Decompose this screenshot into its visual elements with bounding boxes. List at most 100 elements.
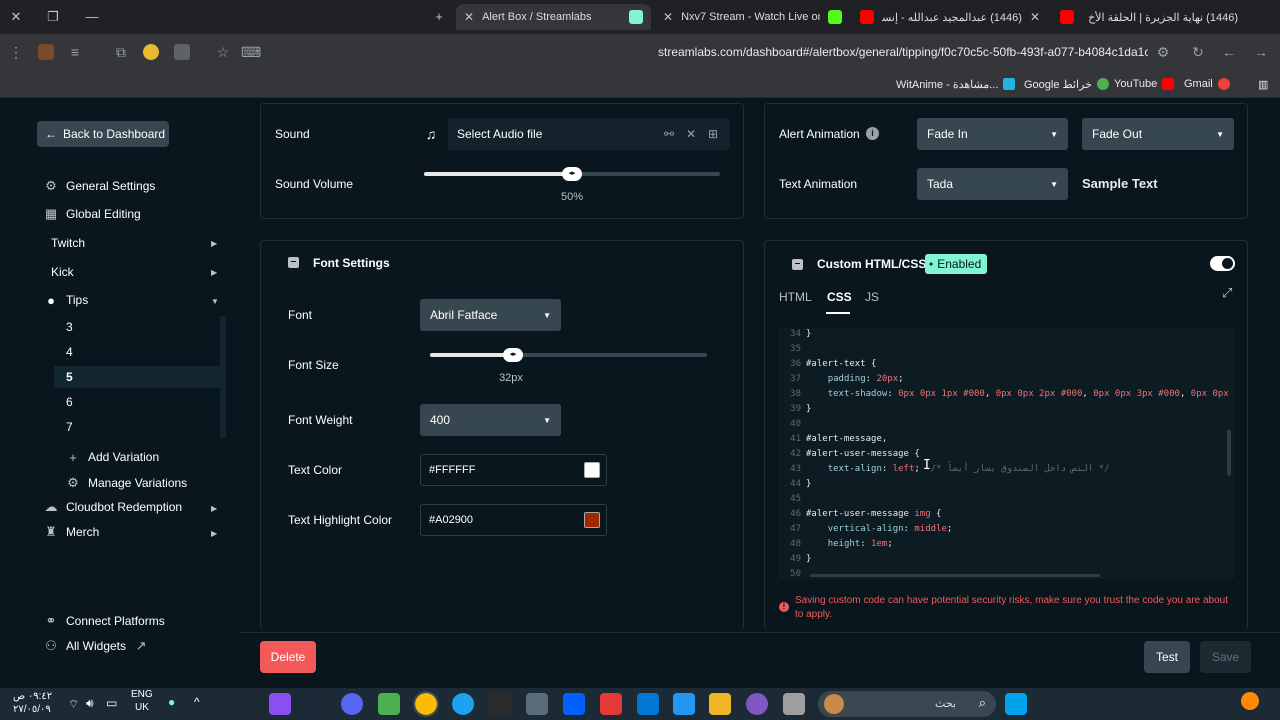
sidebar-item-connect-platforms[interactable]: ⚭ Connect Platforms <box>44 612 165 630</box>
dropbox-icon[interactable] <box>563 693 585 715</box>
editor-horizontal-scrollbar[interactable] <box>810 574 1100 577</box>
code-line[interactable]: 38 text-shadow: 0px 0px 1px #000, 0px 0p… <box>779 387 1229 402</box>
code-line[interactable]: 36 #alert-text { <box>779 357 876 372</box>
editor-vertical-scrollbar[interactable] <box>1227 430 1231 476</box>
restore-window-icon[interactable]: ❐ <box>44 8 62 26</box>
caret-down-icon[interactable]: ▼ <box>211 297 219 306</box>
code-line[interactable]: 37 padding: 20px; <box>779 372 903 387</box>
expand-icon[interactable]: ⤢ <box>1222 285 1232 301</box>
bookmark-witanime[interactable]: WitAnime - مشاهدة... <box>896 76 1016 92</box>
discord-icon[interactable] <box>341 693 363 715</box>
sidebar-item-merch[interactable]: ♜ Merch <box>44 523 99 541</box>
code-line[interactable]: 40 <box>779 417 806 432</box>
store-icon[interactable] <box>673 693 695 715</box>
variation-item[interactable]: 4 <box>66 345 73 359</box>
save-button[interactable]: Save <box>1200 641 1251 673</box>
taskbar-search[interactable]: بحث ⌕ <box>818 691 996 717</box>
custom-code-toggle[interactable] <box>1210 256 1235 271</box>
highlight-color-input[interactable]: #A02900 <box>420 504 607 536</box>
language-bottom[interactable]: UK <box>135 702 149 713</box>
collapse-icon[interactable]: – <box>792 259 803 270</box>
bookmark-star-icon[interactable]: ☆ <box>214 44 232 61</box>
alert-out-select[interactable]: Fade Out ▼ <box>1082 118 1234 150</box>
code-line[interactable]: 35 <box>779 342 806 357</box>
variation-item[interactable]: 3 <box>66 320 73 334</box>
language-top[interactable]: ENG <box>131 689 153 700</box>
tab-youtube-2[interactable]: (1446) نهاية الجزيرة | الحلقة الأخ <box>1052 4 1246 30</box>
tab-kick-stream[interactable]: ✕ Nxv7 Stream - Watch Live on Ki <box>655 4 850 30</box>
code-line[interactable]: 46 #alert-user-message img { <box>779 507 941 522</box>
font-size-slider-handle[interactable]: ◂▸ <box>503 348 523 362</box>
tab-streamlabs[interactable]: ✕ Alert Box / Streamlabs <box>456 4 651 30</box>
url-field[interactable]: streamlabs.com/dashboard#/alertbox/gener… <box>658 45 1148 61</box>
shield-icon[interactable] <box>174 44 190 60</box>
tab-css[interactable]: CSS <box>827 290 852 304</box>
notification-icon[interactable] <box>1241 692 1259 710</box>
sidebar-item-kick[interactable]: Kick <box>51 263 74 281</box>
text-color-swatch[interactable] <box>584 462 600 478</box>
code-line[interactable]: 47 vertical-align: middle; <box>779 522 952 537</box>
close-icon[interactable]: ✕ <box>663 10 673 24</box>
variation-item-active[interactable]: 5 <box>66 370 73 384</box>
reload-icon[interactable]: ↻ <box>1189 44 1207 61</box>
sidebar-item-tips[interactable]: ● Tips <box>44 291 88 309</box>
audio-file-picker[interactable]: ♫ Select Audio file ⚯ ✕ ⊞ <box>414 118 730 150</box>
highlight-color-swatch[interactable] <box>584 512 600 528</box>
caret-right-icon[interactable]: ▶ <box>211 504 217 513</box>
variation-item[interactable]: 7 <box>66 420 73 434</box>
variation-item[interactable]: 6 <box>66 395 73 409</box>
steam-icon[interactable] <box>305 693 327 715</box>
app-icon-red[interactable] <box>600 693 622 715</box>
code-line[interactable]: 50 <box>779 567 806 579</box>
app-icon-1[interactable] <box>269 693 291 715</box>
close-icon[interactable]: ✕ <box>464 10 474 24</box>
add-variation-button[interactable]: + Add Variation <box>66 448 159 466</box>
code-line[interactable]: 45 <box>779 492 806 507</box>
wifi-icon[interactable]: ⌔ <box>68 697 79 712</box>
new-tab-icon[interactable]: + <box>430 8 448 26</box>
code-line[interactable]: 48 height: 1em; <box>779 537 893 552</box>
manage-variations-button[interactable]: ⚙ Manage Variations <box>66 474 187 492</box>
extension-badge-icon[interactable] <box>143 44 159 60</box>
close-icon[interactable]: ✕ <box>686 127 696 141</box>
task-view-icon[interactable] <box>783 693 805 715</box>
outlook-icon[interactable] <box>637 693 659 715</box>
info-icon[interactable]: i <box>866 127 879 140</box>
extensions-puzzle-icon[interactable]: ⧉ <box>112 44 130 61</box>
caret-right-icon[interactable]: ▶ <box>211 529 217 538</box>
code-line[interactable]: 49} <box>779 552 811 567</box>
code-line[interactable]: 34} <box>779 327 811 342</box>
volume-icon[interactable]: 🔊︎ <box>86 696 94 711</box>
sidebar-item-all-widgets[interactable]: ⚇ All Widgets ↗ <box>44 637 148 655</box>
text-color-input[interactable]: #FFFFFF <box>420 454 607 486</box>
site-settings-icon[interactable]: ⚙ <box>1154 44 1172 61</box>
collapse-icon[interactable]: – <box>288 257 299 268</box>
font-select[interactable]: Abril Fatface ▼ <box>420 299 561 331</box>
tab-youtube-1[interactable]: ✕ (1446) عبدالمجيد عبدالله - إنسان <box>852 4 1048 30</box>
css-code-editor[interactable]: 34} 35 36 #alert-text {37 padding: 20px; 38 … <box>779 327 1235 579</box>
code-line[interactable]: 41 #alert-message, <box>779 432 887 447</box>
extension-icon[interactable] <box>38 44 54 60</box>
epic-games-icon[interactable] <box>489 693 511 715</box>
close-window-icon[interactable]: ✕ <box>7 8 25 26</box>
close-icon[interactable]: ✕ <box>1030 10 1040 24</box>
bookmarks-folder-icon[interactable]: ▥ <box>1258 76 1268 92</box>
sidebar-item-cloudbot[interactable]: ☁ Cloudbot Redemption <box>44 498 183 516</box>
text-animation-select[interactable]: Tada ▼ <box>917 168 1068 200</box>
caret-right-icon[interactable]: ▶ <box>211 239 217 248</box>
code-line[interactable]: 43 text-align: left; /* النص داخل الصندو… <box>779 462 1109 477</box>
code-line[interactable]: 42 #alert-user-message { <box>779 447 920 462</box>
bookmark-youtube[interactable]: YouTube <box>1114 76 1175 92</box>
volume-slider-handle[interactable]: ◂▸ <box>562 167 582 181</box>
media-controls-icon[interactable]: ≡ <box>66 44 84 60</box>
menu-kebab-icon[interactable]: ⋮ <box>7 44 25 61</box>
link-icon[interactable]: ⚯ <box>664 127 674 141</box>
app-icon-obs[interactable] <box>526 693 548 715</box>
tab-js[interactable]: JS <box>865 290 879 304</box>
tab-html[interactable]: HTML <box>779 290 812 304</box>
back-arrow-icon[interactable]: → <box>1252 44 1270 60</box>
code-line[interactable]: 39} <box>779 402 811 417</box>
sidebar-item-global-editing[interactable]: ▦ Global Editing <box>44 205 141 223</box>
windows-start-icon[interactable] <box>1005 693 1027 715</box>
bookmark-google-maps[interactable]: Google خرائط <box>1024 76 1109 92</box>
